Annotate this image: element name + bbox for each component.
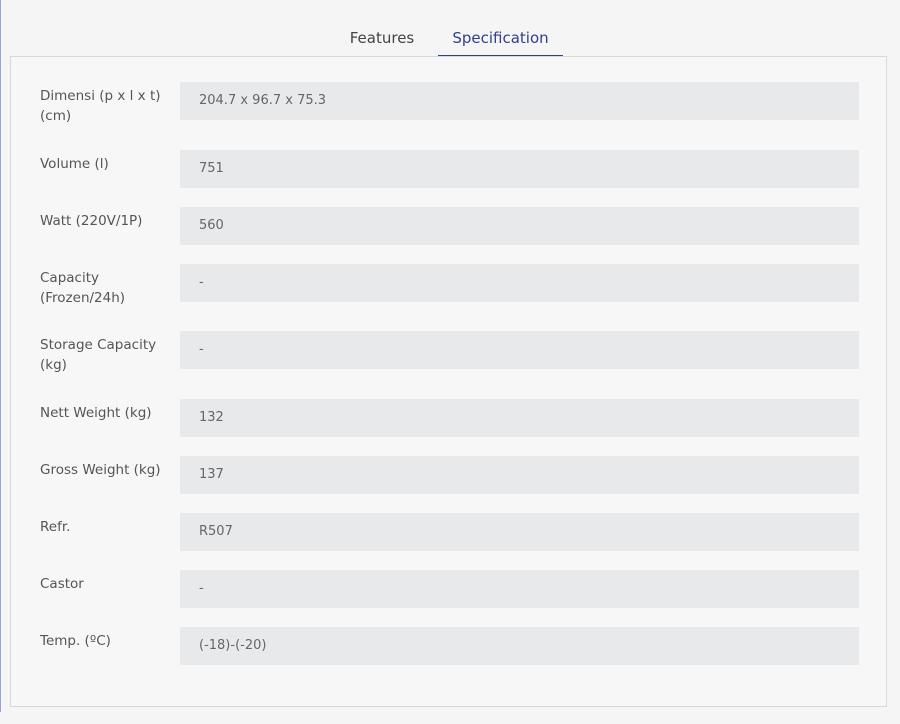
spec-label: Capacity (Frozen/24h) xyxy=(40,270,126,306)
spec-value: 137 xyxy=(180,456,859,494)
spec-label: Volume (l) xyxy=(40,156,109,172)
spec-value: 751 xyxy=(180,150,859,188)
spec-label: Watt (220V/1P) xyxy=(40,213,143,229)
spec-label: Castor xyxy=(40,576,84,592)
spec-label: Storage Capacity (kg) xyxy=(40,337,157,373)
tab-specification[interactable]: Specification xyxy=(438,22,563,57)
spec-label: Nett Weight (kg) xyxy=(40,405,152,421)
tab-features[interactable]: Features xyxy=(338,22,426,55)
spec-value: 132 xyxy=(180,399,859,437)
spec-value: (-18)-(-20) xyxy=(180,627,859,665)
spec-value: R507 xyxy=(180,513,859,551)
spec-value: - xyxy=(180,570,859,608)
spec-value: - xyxy=(180,331,859,369)
spec-label: Dimensi (p x l x t) (cm) xyxy=(40,88,161,124)
spec-value: 204.7 x 96.7 x 75.3 xyxy=(180,82,859,120)
spec-value: - xyxy=(180,264,859,302)
spec-label: Refr. xyxy=(40,519,71,535)
tab-bar: Features Specification xyxy=(0,22,900,57)
spec-value: 560 xyxy=(180,207,859,245)
specification-panel: Dimensi (p x l x t) (cm) 204.7 x 96.7 x … xyxy=(10,56,887,707)
spec-label: Gross Weight (kg) xyxy=(40,462,161,478)
bottom-strip xyxy=(0,712,900,724)
window-left-edge xyxy=(0,0,1,724)
spec-label: Temp. (ºC) xyxy=(40,633,111,649)
